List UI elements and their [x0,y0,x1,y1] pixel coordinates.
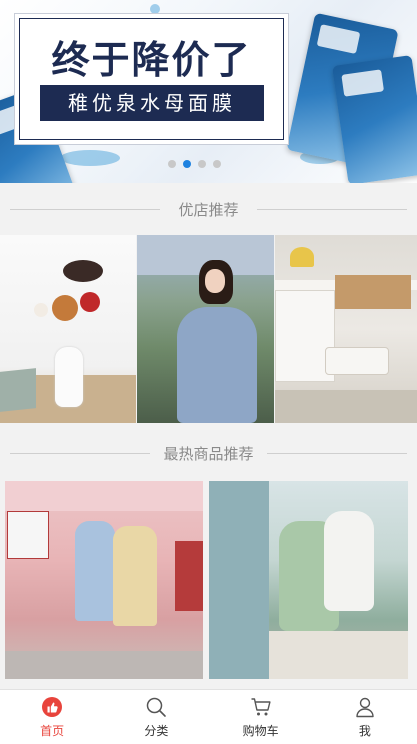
tab-label: 首页 [40,724,65,738]
banner-card: 终于降价了 稚优泉水母面膜 [19,18,284,140]
tab-label: 我 [358,724,371,738]
stool [325,347,389,375]
divider-line [10,209,160,210]
white-vase [55,347,83,407]
cart-icon [250,696,272,718]
rug [275,390,417,423]
shops-section-header: 优店推荐 [0,183,417,235]
home-thumb-icon [41,696,63,718]
carousel-dots [168,160,221,168]
banner-headline: 终于降价了 [51,38,252,82]
shop-image-vase[interactable] [0,235,136,423]
tab-label: 分类 [144,724,169,738]
divider-line [267,453,407,454]
tab-category[interactable]: 分类 [104,690,208,744]
divider-line [10,453,150,454]
product-image-girls-pink[interactable] [5,481,203,679]
girl-right [113,526,157,626]
shop-image-vanity[interactable] [275,235,417,423]
red-flower [80,292,100,312]
tab-home[interactable]: 首页 [0,690,104,744]
mask-product-image [332,55,417,183]
promo-banner[interactable]: 终于降价了 稚优泉水母面膜 [0,0,417,183]
dried-leaf [63,260,103,282]
water-splash [60,150,120,166]
search-icon [145,696,167,718]
products-section-header: 最热商品推荐 [0,427,417,479]
door [175,541,203,611]
carousel-dot[interactable] [213,160,221,168]
ground [5,651,203,679]
girl-left [75,521,115,621]
shop-grid [0,235,417,423]
bottom-tab-bar: 首页 分类 购物车 我 [0,689,417,744]
user-icon [354,696,376,718]
carousel-dot[interactable] [198,160,206,168]
section-title: 最热商品推荐 [151,442,266,464]
carousel-dot[interactable] [168,160,176,168]
wall-top [5,481,203,511]
books [0,368,36,412]
shop-image-dress[interactable] [137,235,274,423]
tab-label: 购物车 [242,724,279,738]
window-frame [209,481,269,679]
face [205,269,225,293]
caution-sign [7,511,49,559]
tab-me[interactable]: 我 [313,690,417,744]
product-image-girls-stairs[interactable] [209,481,408,679]
jewelry-box [335,275,411,309]
floral-dress [177,307,257,423]
stairs [269,631,408,679]
carousel-dot-active[interactable] [183,160,191,168]
divider-line [257,209,407,210]
banner-subtitle: 稚优泉水母面膜 [40,85,264,121]
orange-flower [52,295,78,321]
white-flower [34,303,48,317]
lamp [290,247,314,267]
section-title: 优店推荐 [166,198,251,220]
girl-white-dress [324,511,374,611]
water-splash [150,4,160,14]
tab-cart[interactable]: 购物车 [209,690,313,744]
